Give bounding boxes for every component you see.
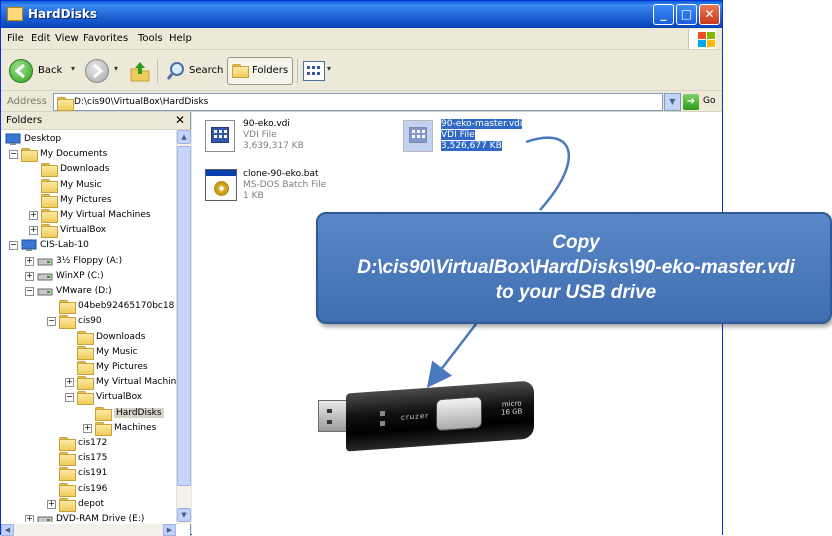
usb-plug	[318, 400, 348, 432]
arrow-from-file	[525, 136, 570, 211]
callout-line-1: Copy	[552, 232, 600, 253]
usb-brand-label: cruzer	[401, 411, 430, 422]
usb-body: cruzer micro 16 GB	[346, 380, 534, 452]
usb-drive-image: cruzer micro 16 GB	[318, 380, 536, 452]
callout-line-3: to your USB drive	[495, 282, 657, 303]
usb-capacity-label: micro 16 GB	[501, 399, 522, 416]
callout-line-2: D:\cis90\VirtualBox\HardDisks\90-eko-mas…	[357, 257, 795, 278]
usb-capacity-text: 16 GB	[501, 407, 523, 417]
instruction-callout: Copy D:\cis90\VirtualBox\HardDisks\90-ek…	[316, 212, 832, 324]
usb-slider	[436, 396, 482, 432]
arrow-to-usb	[426, 323, 477, 388]
